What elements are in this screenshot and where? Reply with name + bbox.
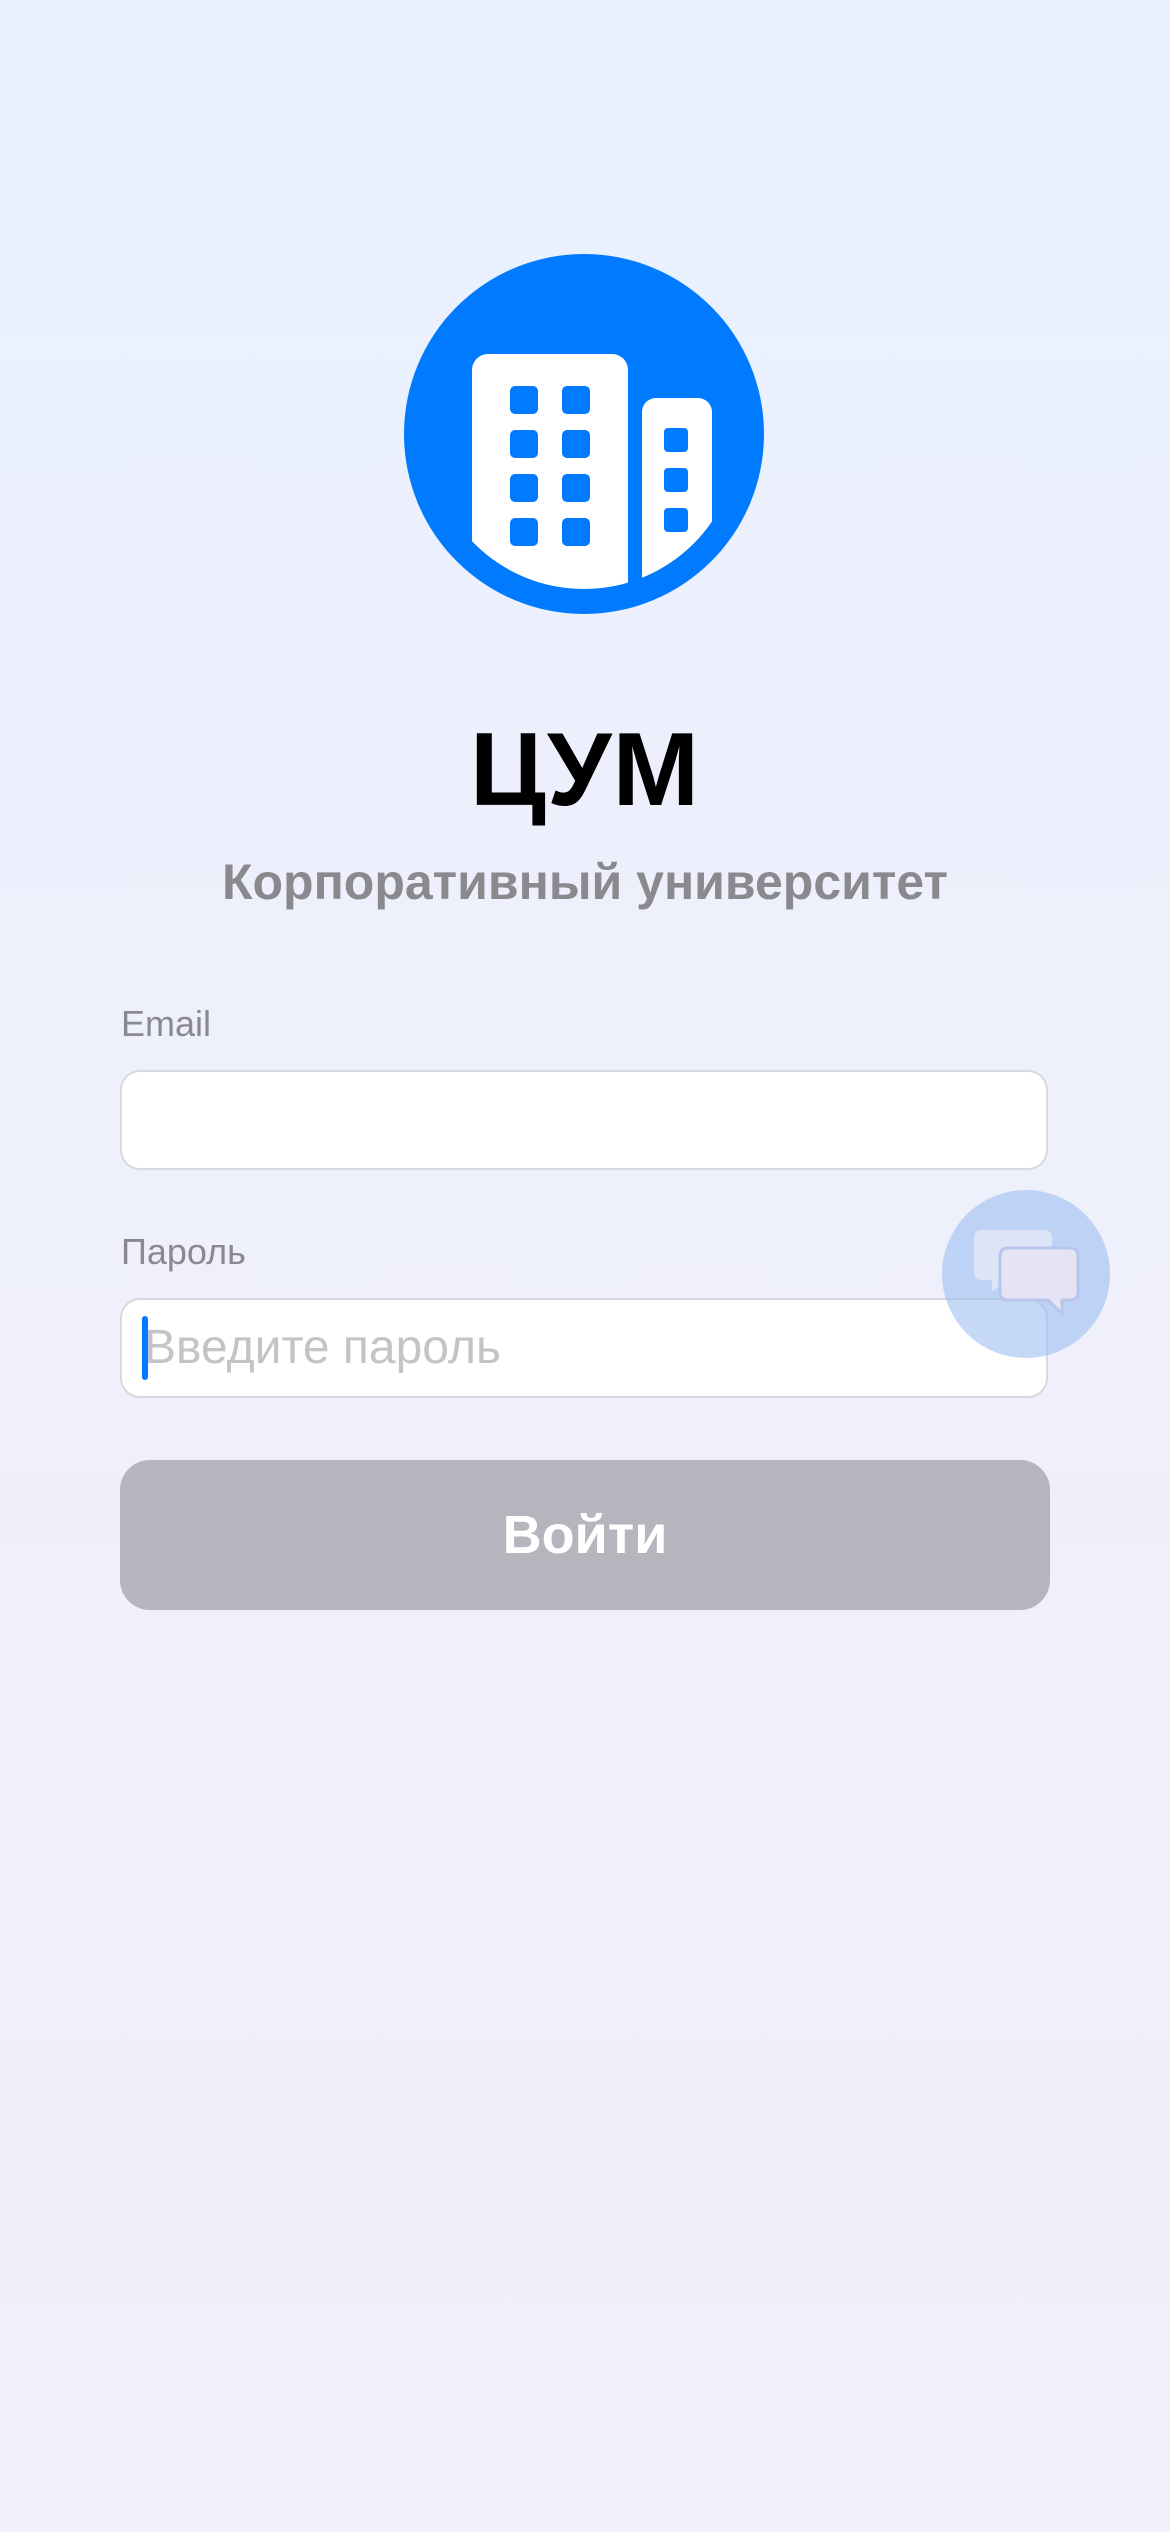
email-label: Email xyxy=(121,1003,212,1044)
app-logo xyxy=(404,254,764,614)
email-field[interactable] xyxy=(120,1070,1048,1170)
chat-button[interactable] xyxy=(942,1190,1110,1358)
app-title: ЦУМ xyxy=(469,712,701,828)
chat-bubbles-icon xyxy=(974,1230,1080,1318)
password-placeholder: Введите пароль xyxy=(144,1321,501,1374)
password-field[interactable]: Введите пароль xyxy=(120,1298,1048,1398)
building-icon xyxy=(472,354,712,589)
password-label: Пароль xyxy=(121,1231,246,1272)
login-button[interactable]: Войти xyxy=(120,1460,1050,1610)
app-subtitle: Корпоративный университет xyxy=(221,854,949,910)
